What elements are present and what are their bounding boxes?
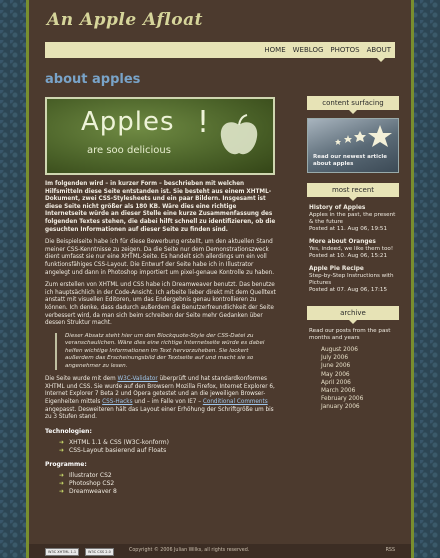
archive-month-link[interactable]: January 2006 <box>321 403 399 411</box>
promo-banner[interactable]: Read our newest article about apples <box>307 118 399 173</box>
validation-paragraph: Die Seite wurde mit dem W3C-Validator üb… <box>45 376 277 422</box>
rss-link[interactable]: RSS <box>386 548 395 553</box>
programs-list: Illustrator CS2 Photoshop CS2 Dreamweave… <box>45 472 277 496</box>
footer: W3C XHTML 1.1 W3C CSS 2.0 Copyright © 20… <box>29 544 411 558</box>
recent-post[interactable]: Apple Pie Recipe Step-by-Step Instructio… <box>309 266 397 294</box>
list-item: XHTML 1.1 & CSS (W3C-konform) <box>59 439 277 447</box>
hero-subtitle: are soo delicious <box>87 145 171 156</box>
nav-photos[interactable]: PHOTOS <box>330 46 359 54</box>
list-item: CSS-Layout basierend auf Floats <box>59 447 277 455</box>
css-badge[interactable]: W3C CSS 2.0 <box>85 548 114 556</box>
conditional-comments-link[interactable]: Conditional Comments <box>203 399 268 405</box>
recent-post-title[interactable]: More about Oranges <box>309 239 397 246</box>
recent-post-title[interactable]: Apple Pie Recipe <box>309 266 397 273</box>
header: An Apple Afloat HOME WEBLOG PHOTOS ABOUT <box>29 0 411 66</box>
hero-exclamation: ! <box>197 105 210 140</box>
archive-section: archive Read our posts from the past mon… <box>307 306 399 412</box>
text-span: Die Seite wurde mit dem <box>45 376 118 383</box>
page-container: An Apple Afloat HOME WEBLOG PHOTOS ABOUT… <box>26 0 414 558</box>
recent-post-date: Posted at 11. Aug 06, 19:51 <box>309 226 388 232</box>
text-span: und – im Falle von IE7 – <box>132 398 203 405</box>
archive-month-link[interactable]: February 2006 <box>321 395 399 403</box>
archive-month-link[interactable]: April 2006 <box>321 379 399 387</box>
technologies-label: Technologien: <box>45 427 92 435</box>
stars-icon <box>335 125 392 147</box>
recent-list: History of Apples Apples in the past, th… <box>307 205 399 294</box>
main-content: about apples Apples ! are soo delicious … <box>45 72 277 500</box>
hero-image: Apples ! are soo delicious <box>45 97 275 175</box>
site-title[interactable]: An Apple Afloat <box>47 10 203 30</box>
most-recent-heading: most recent <box>307 183 399 201</box>
promo-text: Read our newest article about apples <box>313 154 387 167</box>
recent-post-summary: Yes, indeed, we like them too! <box>309 246 394 252</box>
archive-month-link[interactable]: March 2006 <box>321 387 399 395</box>
list-item: Photoshop CS2 <box>59 480 277 488</box>
technologies-list: XHTML 1.1 & CSS (W3C-konform) CSS-Layout… <box>45 439 277 455</box>
recent-post-summary: Step-by-Step Instructions with Pictures <box>309 273 394 286</box>
recent-post[interactable]: More about Oranges Yes, indeed, we like … <box>309 239 397 260</box>
css-hacks-link[interactable]: CSS-Hacks <box>102 399 132 405</box>
body-paragraph: Die Beispielseite habe ich für diese Bew… <box>45 239 275 276</box>
archive-month-link[interactable]: May 2006 <box>321 371 399 379</box>
nav-weblog[interactable]: WEBLOG <box>293 46 324 54</box>
nav-home[interactable]: HOME <box>264 46 285 54</box>
recent-post-title[interactable]: History of Apples <box>309 205 397 212</box>
archive-intro: Read our posts from the past months and … <box>309 328 391 341</box>
archive-list: August 2006 July 2006 June 2006 May 2006… <box>321 346 399 412</box>
archive-month-link[interactable]: August 2006 <box>321 346 399 354</box>
list-item: Dreamweaver 8 <box>59 488 277 496</box>
nav-about[interactable]: ABOUT <box>367 46 391 54</box>
most-recent-section: most recent History of Apples Apples in … <box>307 183 399 294</box>
recent-post[interactable]: History of Apples Apples in the past, th… <box>309 205 397 233</box>
archive-month-link[interactable]: June 2006 <box>321 362 399 370</box>
nav-active-indicator <box>377 58 385 62</box>
content-surfacing-heading: content surfacing <box>307 96 399 114</box>
recent-post-summary: Apples in the past, the present & the fu… <box>309 212 396 225</box>
xhtml-badge[interactable]: W3C XHTML 1.1 <box>45 548 80 556</box>
intro-paragraph: Im folgenden wird – in kurzer Form – bes… <box>45 181 276 233</box>
page-title: about apples <box>45 72 141 87</box>
archive-heading: archive <box>307 306 399 324</box>
w3c-validator-link[interactable]: W3C-Validator <box>118 376 158 382</box>
programs-label: Programme: <box>45 460 87 468</box>
hero-title: Apples <box>81 107 175 137</box>
body-paragraph: Zum erstellen von XHTML und CSS habe ich… <box>45 282 276 327</box>
archive-month-link[interactable]: July 2006 <box>321 354 399 362</box>
copyright-text: Copyright © 2006 Julian Wilks, all right… <box>129 548 250 553</box>
text-span: angepasst. Desweiteren hält das Layout e… <box>45 406 274 421</box>
blockquote: Dieser Absatz steht hier um den Blockquo… <box>55 332 277 371</box>
recent-post-date: Posted at 10. Aug 06, 15:21 <box>309 253 388 259</box>
list-item: Illustrator CS2 <box>59 472 277 480</box>
sidebar: content surfacing Read our newest articl… <box>307 96 399 412</box>
apple-icon <box>220 114 258 155</box>
main-nav: HOME WEBLOG PHOTOS ABOUT <box>45 42 395 58</box>
recent-post-date: Posted at 07. Aug 06, 17:15 <box>309 287 388 293</box>
